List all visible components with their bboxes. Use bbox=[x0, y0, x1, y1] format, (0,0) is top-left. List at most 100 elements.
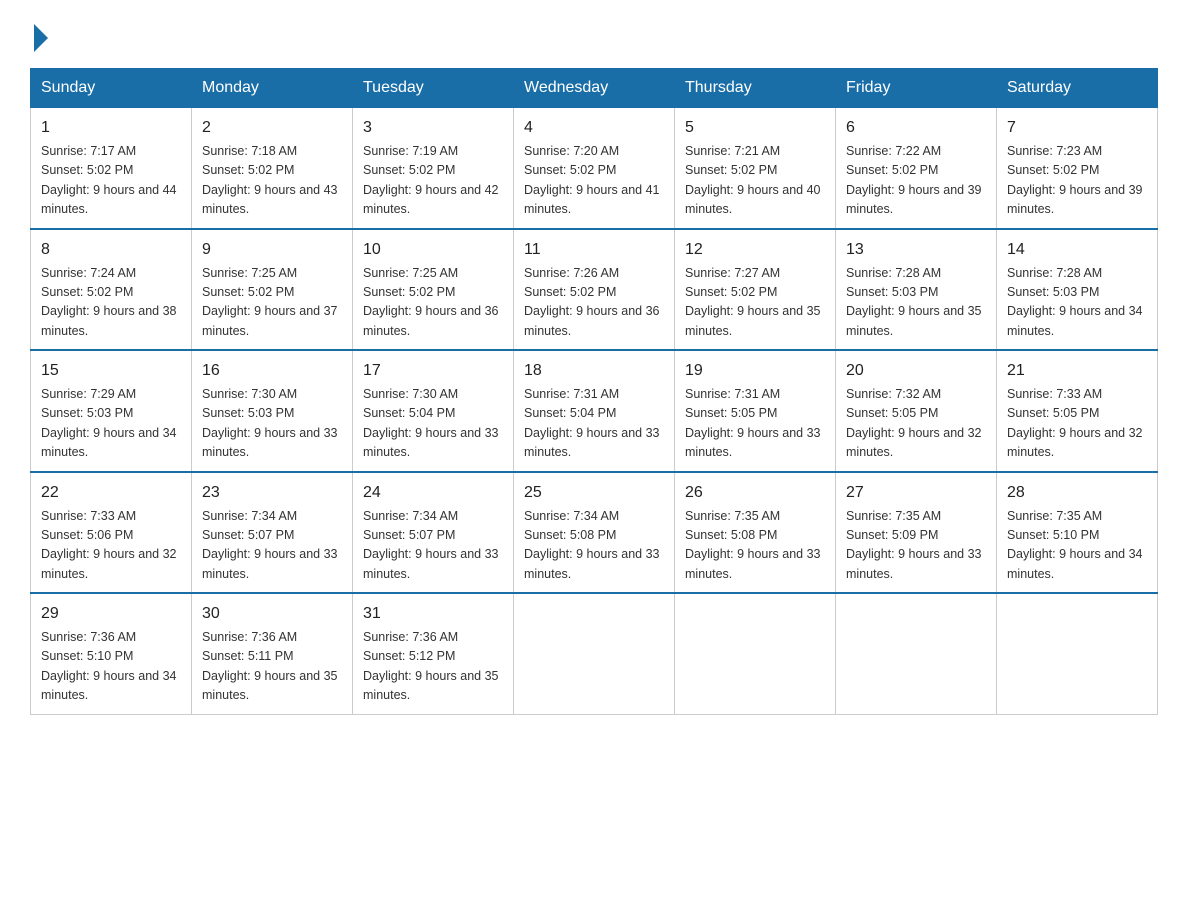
table-row: 9Sunrise: 7:25 AMSunset: 5:02 PMDaylight… bbox=[192, 229, 353, 351]
day-number: 31 bbox=[363, 602, 503, 626]
day-number: 15 bbox=[41, 359, 181, 383]
day-info: Sunrise: 7:36 AMSunset: 5:11 PMDaylight:… bbox=[202, 628, 342, 706]
table-row: 16Sunrise: 7:30 AMSunset: 5:03 PMDayligh… bbox=[192, 350, 353, 472]
table-row: 24Sunrise: 7:34 AMSunset: 5:07 PMDayligh… bbox=[353, 472, 514, 594]
table-row: 22Sunrise: 7:33 AMSunset: 5:06 PMDayligh… bbox=[31, 472, 192, 594]
day-info: Sunrise: 7:31 AMSunset: 5:05 PMDaylight:… bbox=[685, 385, 825, 463]
day-info: Sunrise: 7:35 AMSunset: 5:09 PMDaylight:… bbox=[846, 507, 986, 585]
day-number: 25 bbox=[524, 481, 664, 505]
day-info: Sunrise: 7:35 AMSunset: 5:10 PMDaylight:… bbox=[1007, 507, 1147, 585]
table-row: 17Sunrise: 7:30 AMSunset: 5:04 PMDayligh… bbox=[353, 350, 514, 472]
day-info: Sunrise: 7:19 AMSunset: 5:02 PMDaylight:… bbox=[363, 142, 503, 220]
day-number: 6 bbox=[846, 116, 986, 140]
table-row bbox=[836, 593, 997, 714]
table-row: 25Sunrise: 7:34 AMSunset: 5:08 PMDayligh… bbox=[514, 472, 675, 594]
day-info: Sunrise: 7:23 AMSunset: 5:02 PMDaylight:… bbox=[1007, 142, 1147, 220]
day-info: Sunrise: 7:34 AMSunset: 5:07 PMDaylight:… bbox=[202, 507, 342, 585]
table-row: 8Sunrise: 7:24 AMSunset: 5:02 PMDaylight… bbox=[31, 229, 192, 351]
table-row: 13Sunrise: 7:28 AMSunset: 5:03 PMDayligh… bbox=[836, 229, 997, 351]
col-saturday: Saturday bbox=[997, 69, 1158, 108]
table-row: 12Sunrise: 7:27 AMSunset: 5:02 PMDayligh… bbox=[675, 229, 836, 351]
day-number: 1 bbox=[41, 116, 181, 140]
day-info: Sunrise: 7:35 AMSunset: 5:08 PMDaylight:… bbox=[685, 507, 825, 585]
day-number: 19 bbox=[685, 359, 825, 383]
table-row: 18Sunrise: 7:31 AMSunset: 5:04 PMDayligh… bbox=[514, 350, 675, 472]
table-row: 2Sunrise: 7:18 AMSunset: 5:02 PMDaylight… bbox=[192, 108, 353, 229]
page-header bbox=[30, 20, 1158, 48]
day-number: 5 bbox=[685, 116, 825, 140]
table-row: 14Sunrise: 7:28 AMSunset: 5:03 PMDayligh… bbox=[997, 229, 1158, 351]
table-row: 15Sunrise: 7:29 AMSunset: 5:03 PMDayligh… bbox=[31, 350, 192, 472]
day-number: 27 bbox=[846, 481, 986, 505]
table-row: 6Sunrise: 7:22 AMSunset: 5:02 PMDaylight… bbox=[836, 108, 997, 229]
col-tuesday: Tuesday bbox=[353, 69, 514, 108]
day-info: Sunrise: 7:22 AMSunset: 5:02 PMDaylight:… bbox=[846, 142, 986, 220]
table-row bbox=[997, 593, 1158, 714]
table-row bbox=[675, 593, 836, 714]
day-number: 8 bbox=[41, 238, 181, 262]
day-number: 10 bbox=[363, 238, 503, 262]
day-number: 9 bbox=[202, 238, 342, 262]
day-info: Sunrise: 7:29 AMSunset: 5:03 PMDaylight:… bbox=[41, 385, 181, 463]
day-number: 26 bbox=[685, 481, 825, 505]
day-number: 7 bbox=[1007, 116, 1147, 140]
table-row: 11Sunrise: 7:26 AMSunset: 5:02 PMDayligh… bbox=[514, 229, 675, 351]
table-row: 30Sunrise: 7:36 AMSunset: 5:11 PMDayligh… bbox=[192, 593, 353, 714]
table-row: 26Sunrise: 7:35 AMSunset: 5:08 PMDayligh… bbox=[675, 472, 836, 594]
day-info: Sunrise: 7:33 AMSunset: 5:06 PMDaylight:… bbox=[41, 507, 181, 585]
col-sunday: Sunday bbox=[31, 69, 192, 108]
table-row: 31Sunrise: 7:36 AMSunset: 5:12 PMDayligh… bbox=[353, 593, 514, 714]
table-row: 28Sunrise: 7:35 AMSunset: 5:10 PMDayligh… bbox=[997, 472, 1158, 594]
calendar-week-row: 15Sunrise: 7:29 AMSunset: 5:03 PMDayligh… bbox=[31, 350, 1158, 472]
day-number: 16 bbox=[202, 359, 342, 383]
day-number: 12 bbox=[685, 238, 825, 262]
table-row: 27Sunrise: 7:35 AMSunset: 5:09 PMDayligh… bbox=[836, 472, 997, 594]
table-row bbox=[514, 593, 675, 714]
day-info: Sunrise: 7:17 AMSunset: 5:02 PMDaylight:… bbox=[41, 142, 181, 220]
day-info: Sunrise: 7:31 AMSunset: 5:04 PMDaylight:… bbox=[524, 385, 664, 463]
table-row: 1Sunrise: 7:17 AMSunset: 5:02 PMDaylight… bbox=[31, 108, 192, 229]
day-number: 28 bbox=[1007, 481, 1147, 505]
day-info: Sunrise: 7:36 AMSunset: 5:10 PMDaylight:… bbox=[41, 628, 181, 706]
day-info: Sunrise: 7:36 AMSunset: 5:12 PMDaylight:… bbox=[363, 628, 503, 706]
day-info: Sunrise: 7:30 AMSunset: 5:04 PMDaylight:… bbox=[363, 385, 503, 463]
calendar-week-row: 29Sunrise: 7:36 AMSunset: 5:10 PMDayligh… bbox=[31, 593, 1158, 714]
table-row: 10Sunrise: 7:25 AMSunset: 5:02 PMDayligh… bbox=[353, 229, 514, 351]
calendar-table: Sunday Monday Tuesday Wednesday Thursday… bbox=[30, 68, 1158, 715]
table-row: 19Sunrise: 7:31 AMSunset: 5:05 PMDayligh… bbox=[675, 350, 836, 472]
day-number: 14 bbox=[1007, 238, 1147, 262]
col-friday: Friday bbox=[836, 69, 997, 108]
day-info: Sunrise: 7:21 AMSunset: 5:02 PMDaylight:… bbox=[685, 142, 825, 220]
table-row: 23Sunrise: 7:34 AMSunset: 5:07 PMDayligh… bbox=[192, 472, 353, 594]
col-thursday: Thursday bbox=[675, 69, 836, 108]
day-info: Sunrise: 7:34 AMSunset: 5:07 PMDaylight:… bbox=[363, 507, 503, 585]
day-info: Sunrise: 7:25 AMSunset: 5:02 PMDaylight:… bbox=[202, 264, 342, 342]
table-row: 29Sunrise: 7:36 AMSunset: 5:10 PMDayligh… bbox=[31, 593, 192, 714]
logo-arrow-icon bbox=[34, 24, 48, 52]
day-info: Sunrise: 7:30 AMSunset: 5:03 PMDaylight:… bbox=[202, 385, 342, 463]
table-row: 4Sunrise: 7:20 AMSunset: 5:02 PMDaylight… bbox=[514, 108, 675, 229]
day-info: Sunrise: 7:28 AMSunset: 5:03 PMDaylight:… bbox=[846, 264, 986, 342]
day-number: 18 bbox=[524, 359, 664, 383]
table-row: 3Sunrise: 7:19 AMSunset: 5:02 PMDaylight… bbox=[353, 108, 514, 229]
col-monday: Monday bbox=[192, 69, 353, 108]
day-number: 4 bbox=[524, 116, 664, 140]
day-number: 22 bbox=[41, 481, 181, 505]
day-info: Sunrise: 7:18 AMSunset: 5:02 PMDaylight:… bbox=[202, 142, 342, 220]
header-row: Sunday Monday Tuesday Wednesday Thursday… bbox=[31, 69, 1158, 108]
day-number: 24 bbox=[363, 481, 503, 505]
table-row: 5Sunrise: 7:21 AMSunset: 5:02 PMDaylight… bbox=[675, 108, 836, 229]
table-row: 20Sunrise: 7:32 AMSunset: 5:05 PMDayligh… bbox=[836, 350, 997, 472]
day-number: 2 bbox=[202, 116, 342, 140]
table-row: 21Sunrise: 7:33 AMSunset: 5:05 PMDayligh… bbox=[997, 350, 1158, 472]
day-number: 17 bbox=[363, 359, 503, 383]
calendar-week-row: 1Sunrise: 7:17 AMSunset: 5:02 PMDaylight… bbox=[31, 108, 1158, 229]
day-info: Sunrise: 7:34 AMSunset: 5:08 PMDaylight:… bbox=[524, 507, 664, 585]
col-wednesday: Wednesday bbox=[514, 69, 675, 108]
table-row: 7Sunrise: 7:23 AMSunset: 5:02 PMDaylight… bbox=[997, 108, 1158, 229]
logo bbox=[30, 20, 48, 48]
day-number: 11 bbox=[524, 238, 664, 262]
day-number: 30 bbox=[202, 602, 342, 626]
calendar-week-row: 22Sunrise: 7:33 AMSunset: 5:06 PMDayligh… bbox=[31, 472, 1158, 594]
day-info: Sunrise: 7:24 AMSunset: 5:02 PMDaylight:… bbox=[41, 264, 181, 342]
